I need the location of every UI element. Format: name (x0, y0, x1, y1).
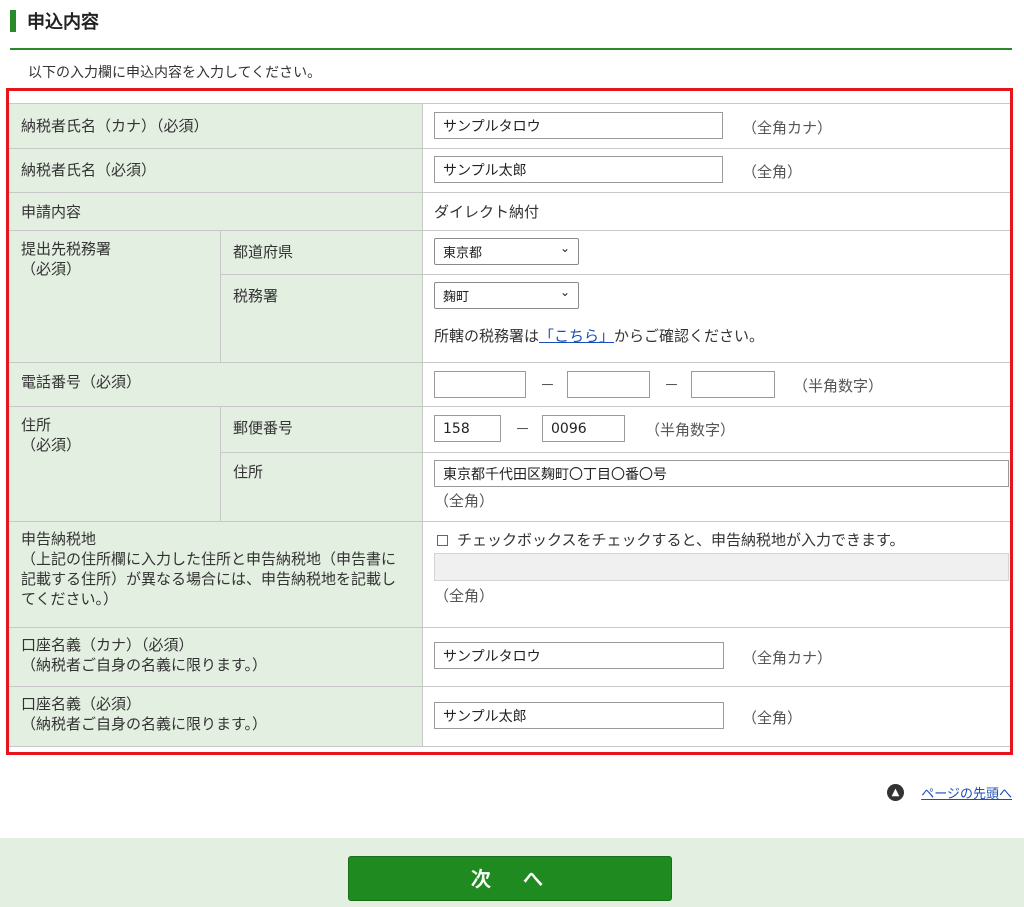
grid-line (220, 230, 221, 362)
section-header-bar (10, 10, 16, 32)
intro-text: 以下の入力欄に申込内容を入力してください。 (28, 65, 322, 81)
name-kana-input[interactable] (434, 112, 723, 139)
phone-dash-2: － (664, 376, 680, 394)
grid-line (220, 274, 1010, 275)
chevron-up-circle-icon[interactable]: ▲ (887, 784, 904, 801)
grid-line (9, 362, 1010, 363)
tax-place-hint: （全角） (434, 587, 495, 605)
tax-office-select[interactable]: 麹町 ⌄ (434, 282, 579, 309)
name-kana-hint: （全角カナ） (742, 119, 833, 137)
grid-line (9, 406, 1010, 407)
phone-label: 電話番号（必須） (21, 373, 142, 391)
application-value: ダイレクト納付 (434, 203, 540, 221)
tax-office-sub-label: 税務署 (233, 287, 279, 305)
account-kana-input[interactable] (434, 642, 724, 669)
name-input[interactable] (434, 156, 723, 183)
grid-line (9, 521, 1010, 522)
grid-line (9, 230, 1010, 231)
tax-place-checkbox-label: チェックボックスをチェックすると、申告納税地が入力できます。 (457, 531, 905, 549)
tax-office-note: 所轄の税務署は「こちら」からご確認ください。 (434, 325, 764, 346)
zip-hint: （半角数字） (645, 421, 736, 439)
prefecture-select-value: 東京都 (443, 246, 483, 261)
tax-office-label: 提出先税務署 （必須） (21, 240, 112, 278)
grid-line (220, 452, 1010, 453)
zip-input-1[interactable] (434, 415, 501, 442)
zip-input-2[interactable] (542, 415, 625, 442)
name-hint: （全角） (742, 163, 803, 181)
name-label: 納税者氏名（必須） (21, 161, 157, 179)
account-input[interactable] (434, 702, 724, 729)
grid-line (9, 627, 1010, 628)
phone-hint: （半角数字） (793, 377, 884, 395)
tax-office-note-suffix: からご確認ください。 (614, 327, 765, 345)
phone-input-2[interactable] (567, 371, 650, 398)
application-label: 申請内容 (21, 203, 82, 221)
street-address-input[interactable] (434, 460, 1009, 487)
account-kana-hint: （全角カナ） (742, 649, 833, 667)
section-header: 申込内容 (10, 4, 1012, 50)
section-title: 申込内容 (27, 12, 99, 33)
address-label: 住所 （必須） (21, 416, 82, 454)
tax-place-label: 申告納税地 （上記の住所欄に入力した住所と申告納税地（申告書に記載する住所）が異… (21, 530, 397, 608)
grid-line (422, 103, 423, 746)
grid-line (9, 103, 1010, 104)
next-button[interactable]: 次 へ (348, 856, 672, 901)
grid-line (9, 148, 1010, 149)
zip-label: 郵便番号 (233, 419, 294, 437)
phone-dash-1: － (540, 376, 556, 394)
street-address-hint: （全角） (434, 492, 495, 510)
grid-line (9, 192, 1010, 193)
zip-dash: － (515, 420, 531, 438)
name-kana-label: 納税者氏名（カナ）（必須） (21, 117, 209, 135)
grid-line (9, 686, 1010, 687)
account-hint: （全角） (742, 709, 803, 727)
chevron-down-icon: ⌄ (559, 241, 570, 255)
application-form-table: 納税者氏名（カナ）（必須） （全角カナ） 納税者氏名（必須） （全角） 申請内容… (6, 88, 1013, 755)
street-address-label: 住所 (233, 463, 264, 481)
phone-input-1[interactable] (434, 371, 526, 398)
tax-place-checkbox[interactable] (437, 535, 448, 546)
prefecture-label: 都道府県 (233, 243, 294, 261)
tax-office-note-prefix: 所轄の税務署は (434, 327, 540, 345)
grid-line (220, 406, 221, 521)
account-label: 口座名義（必須） （納税者ご自身の名義に限ります。） (21, 695, 268, 733)
tax-office-lookup-link[interactable]: 「こちら」 (539, 327, 614, 345)
chevron-down-icon: ⌄ (559, 285, 570, 299)
phone-input-3[interactable] (691, 371, 775, 398)
grid-line (9, 746, 1010, 747)
tax-office-select-value: 麹町 (443, 290, 470, 305)
prefecture-select[interactable]: 東京都 ⌄ (434, 238, 579, 265)
account-kana-label: 口座名義（カナ）（必須） （納税者ご自身の名義に限ります。） (21, 636, 268, 674)
page-top-link[interactable]: ページの先頭へ (921, 783, 1012, 802)
tax-place-input[interactable] (434, 553, 1009, 581)
